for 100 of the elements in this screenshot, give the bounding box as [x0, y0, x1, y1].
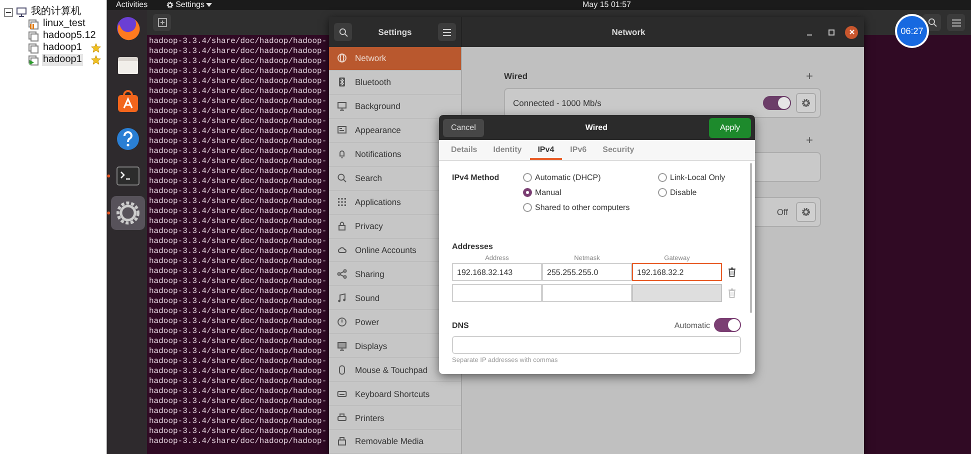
maximize-icon	[828, 28, 834, 36]
close-button[interactable]	[845, 26, 858, 38]
terminal-line: hadoop-3.3.4/share/doc/hadoop/hadoop-	[149, 337, 327, 347]
section-title: Addresses	[452, 242, 494, 251]
sidebar-item[interactable]: Privacy	[329, 214, 387, 238]
sidebar-item[interactable]: Mouse & Touchpad	[329, 358, 432, 382]
terminal-line: hadoop-3.3.4/share/doc/hadoop/hadoop-	[149, 257, 327, 267]
terminal-line: hadoop-3.3.4/share/doc/hadoop/hadoop-	[149, 407, 327, 417]
terminal-line: hadoop-3.3.4/share/doc/hadoop/hadoop-	[149, 347, 327, 357]
terminal-line: hadoop-3.3.4/share/doc/hadoop/hadoop-	[149, 77, 327, 87]
sidebar-item[interactable]: Sound	[329, 286, 384, 310]
gear-icon[interactable]	[107, 196, 145, 230]
menu-icon	[443, 28, 451, 36]
radio-option[interactable]: Shared to other computers	[523, 203, 658, 218]
terminal-line: hadoop-3.3.4/share/doc/hadoop/hadoop-	[149, 357, 327, 367]
terminal-line: hadoop-3.3.4/share/doc/hadoop/hadoop-	[149, 247, 327, 257]
terminal-line: hadoop-3.3.4/share/doc/hadoop/hadoop-	[149, 277, 327, 287]
sidebar-item[interactable]: Power	[329, 310, 384, 334]
terminal-line: hadoop-3.3.4/share/doc/hadoop/hadoop-	[149, 137, 327, 147]
terminal-line: hadoop-3.3.4/share/doc/hadoop/hadoop-	[149, 397, 327, 407]
terminal-line: hadoop-3.3.4/share/doc/hadoop/hadoop-	[149, 167, 327, 177]
terminal-line: hadoop-3.3.4/share/doc/hadoop/hadoop-	[149, 187, 327, 197]
sidebar-item[interactable]: Displays	[329, 334, 392, 358]
scrollbar[interactable]	[750, 163, 752, 313]
terminal-line: hadoop-3.3.4/share/doc/hadoop/hadoop-	[149, 67, 327, 77]
sidebar-item[interactable]: Bluetooth	[329, 70, 395, 94]
tree-item[interactable]: 我的计算机	[30, 6, 82, 18]
sidebar-item[interactable]: Background	[329, 94, 404, 118]
tree-item[interactable]: hadoop5.12	[42, 30, 97, 42]
toggle-switch[interactable]	[714, 318, 741, 332]
new-tab-button[interactable]	[153, 14, 171, 31]
terminal-line: hadoop-3.3.4/share/doc/hadoop/hadoop-	[149, 127, 327, 137]
menu-button[interactable]	[438, 23, 456, 41]
input-field[interactable]: 192.168.32.2	[632, 263, 722, 281]
gear-icon	[166, 1, 174, 9]
section-title: Wired	[504, 71, 528, 81]
settings-button[interactable]	[796, 93, 816, 113]
share-icon	[337, 268, 347, 279]
sidebar-item[interactable]: Sharing	[329, 262, 388, 286]
apply-button[interactable]: Apply	[708, 118, 751, 138]
bell-icon	[337, 149, 347, 160]
radio-option[interactable]: Manual	[523, 188, 658, 203]
cloud-icon	[337, 244, 347, 255]
input-field[interactable]	[452, 336, 741, 354]
terminal-line: hadoop-3.3.4/share/doc/hadoop/hadoop-	[149, 97, 327, 107]
window-title: Settings	[378, 27, 412, 37]
tree-item[interactable]: linux_test	[42, 18, 86, 30]
terminal-line: hadoop-3.3.4/share/doc/hadoop/hadoop-	[149, 317, 327, 327]
tree-item[interactable]: hadoop1	[42, 42, 83, 54]
connection-status: Connected - 1000 Mb/s	[513, 98, 602, 108]
settings-button[interactable]	[796, 202, 816, 222]
caret-icon	[206, 3, 212, 7]
menu-button[interactable]	[947, 14, 965, 31]
cancel-button[interactable]: Cancel	[443, 118, 484, 136]
sidebar-item[interactable]: Notifications	[329, 142, 406, 166]
terminal-line: hadoop-3.3.4/share/doc/hadoop/hadoop-	[149, 377, 327, 387]
music-note-icon	[337, 292, 347, 303]
trash-icon	[728, 288, 736, 298]
terminal-line: hadoop-3.3.4/share/doc/hadoop/hadoop-	[149, 217, 327, 227]
tab[interactable]: IPv4	[530, 140, 562, 160]
tree-toggle-icon[interactable]	[4, 8, 13, 16]
terminal-line: hadoop-3.3.4/share/doc/hadoop/hadoop-	[149, 227, 327, 237]
radio-option[interactable]: Link-Local Only	[658, 173, 726, 188]
panel-title: Network	[610, 27, 646, 37]
power-icon	[337, 316, 347, 327]
terminal-line: hadoop-3.3.4/share/doc/hadoop/hadoop-	[149, 107, 327, 117]
sidebar-item[interactable]: Appearance	[329, 118, 405, 142]
bluetooth-icon	[337, 77, 347, 88]
search-button[interactable]	[334, 23, 352, 41]
terminal-line: hadoop-3.3.4/share/doc/hadoop/hadoop-	[149, 37, 327, 47]
search-icon	[337, 173, 347, 184]
search-icon	[338, 28, 348, 36]
terminal-line: hadoop-3.3.4/share/doc/hadoop/hadoop-	[149, 437, 327, 447]
window-icon	[337, 125, 347, 136]
tree-item[interactable]: hadoop1	[42, 54, 83, 66]
radio-option[interactable]: Disable	[658, 188, 726, 203]
sidebar-item[interactable]: Online Accounts	[329, 238, 420, 262]
input-field[interactable]: 255.255.255.0	[542, 263, 632, 281]
terminal-line: hadoop-3.3.4/share/doc/hadoop/hadoop-	[149, 157, 327, 167]
add-button[interactable]: +	[806, 69, 821, 83]
clock-label[interactable]: May 15 01:57	[582, 0, 631, 10]
terminal-line: hadoop-3.3.4/share/doc/hadoop/hadoop-	[149, 117, 327, 127]
input-field[interactable]	[542, 284, 632, 302]
activities-button[interactable]: Activities	[116, 0, 148, 10]
sidebar-item[interactable]: Applications	[329, 190, 405, 214]
input-field[interactable]: 192.168.32.143	[452, 263, 542, 281]
radio-option[interactable]: Automatic (DHCP)	[523, 173, 658, 188]
add-button[interactable]: +	[806, 133, 821, 147]
sidebar-item[interactable]: Removable Media	[329, 430, 428, 453]
monitor-icon	[16, 7, 27, 17]
sidebar-item[interactable]: Printers	[329, 406, 388, 429]
sidebar-item[interactable]: Search	[329, 166, 386, 190]
terminal-line: hadoop-3.3.4/share/doc/hadoop/hadoop-	[149, 47, 327, 57]
terminal-line: hadoop-3.3.4/share/doc/hadoop/hadoop-	[149, 417, 327, 427]
terminal-line: hadoop-3.3.4/share/doc/hadoop/hadoop-	[149, 267, 327, 277]
input-field[interactable]	[452, 284, 542, 302]
app-menu-button[interactable]: Settings	[166, 0, 212, 10]
terminal-line: hadoop-3.3.4/share/doc/hadoop/hadoop-	[149, 307, 327, 317]
sidebar-item[interactable]: Keyboard Shortcuts	[329, 382, 434, 406]
toggle-switch[interactable]	[763, 96, 791, 110]
